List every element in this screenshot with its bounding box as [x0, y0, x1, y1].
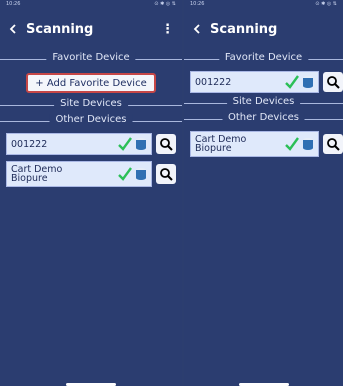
section-other-label: Other Devices [49, 114, 133, 125]
section-favorite-label: Favorite Device [46, 52, 136, 63]
search-button[interactable] [323, 72, 343, 92]
status-time: 10:26 [190, 1, 205, 7]
search-icon [160, 138, 173, 151]
scanning-panel-left: 10:26 ⊙ ✱ ◎ ⇅ Scanning ⋮ Favorite Device… [0, 0, 182, 386]
device-row: 001222 [0, 133, 182, 155]
app-bar: Scanning [184, 9, 343, 49]
device-card[interactable]: Cart Demo Biopure [6, 161, 152, 187]
page-title: Scanning [210, 21, 278, 37]
database-icon [136, 138, 146, 150]
check-icon [285, 137, 299, 151]
search-button[interactable] [156, 134, 176, 154]
check-icon [118, 167, 132, 181]
status-icons: ⊙ ✱ ◎ ⇅ [154, 1, 176, 7]
scanning-panel-right: 10:26 ⊙ ✱ ◎ ⇅ Scanning Favorite Device 0… [184, 0, 343, 386]
section-favorite-label: Favorite Device [218, 52, 309, 63]
search-button[interactable] [323, 134, 343, 154]
section-favorite: Favorite Device [0, 52, 182, 65]
chevron-left-icon [9, 24, 16, 34]
chevron-left-icon [193, 24, 200, 34]
database-icon [136, 168, 146, 180]
section-site-label: Site Devices [226, 96, 301, 107]
section-other: Other Devices [184, 112, 343, 125]
device-name: Cart Demo Biopure [195, 134, 247, 154]
device-name: 001222 [11, 138, 48, 150]
check-icon [285, 75, 299, 89]
favorite-device-row: 001222 [184, 71, 343, 93]
device-row: Cart Demo Biopure [0, 161, 182, 187]
section-other-label: Other Devices [222, 112, 305, 123]
device-row: Cart Demo Biopure [184, 131, 343, 157]
page-title: Scanning [26, 21, 94, 37]
search-icon [327, 138, 340, 151]
section-site: Site Devices [0, 98, 182, 111]
add-favorite-device-button[interactable]: + Add Favorite Device [26, 73, 156, 93]
database-icon [303, 76, 313, 88]
section-favorite: Favorite Device [184, 52, 343, 65]
more-options-button[interactable]: ⋮ [161, 22, 174, 37]
status-icons: ⊙ ✱ ◎ ⇅ [315, 1, 337, 7]
section-other: Other Devices [0, 114, 182, 127]
back-button[interactable] [6, 22, 20, 36]
scanning-screens: 10:26 ⊙ ✱ ◎ ⇅ Scanning ⋮ Favorite Device… [0, 0, 343, 386]
app-bar: Scanning ⋮ [0, 9, 182, 49]
search-icon [327, 76, 340, 89]
search-icon [160, 168, 173, 181]
device-name: 001222 [195, 76, 232, 88]
status-bar: 10:26 ⊙ ✱ ◎ ⇅ [184, 0, 343, 9]
back-button[interactable] [190, 22, 204, 36]
favorite-device-card[interactable]: 001222 [190, 71, 319, 93]
section-site-label: Site Devices [54, 98, 128, 109]
check-icon [118, 137, 132, 151]
device-name: Cart Demo Biopure [11, 164, 63, 184]
status-bar: 10:26 ⊙ ✱ ◎ ⇅ [0, 0, 182, 9]
section-site: Site Devices [184, 96, 343, 109]
database-icon [303, 138, 313, 150]
search-button[interactable] [156, 164, 176, 184]
device-card[interactable]: Cart Demo Biopure [190, 131, 319, 157]
status-time: 10:26 [6, 1, 21, 7]
device-card[interactable]: 001222 [6, 133, 152, 155]
